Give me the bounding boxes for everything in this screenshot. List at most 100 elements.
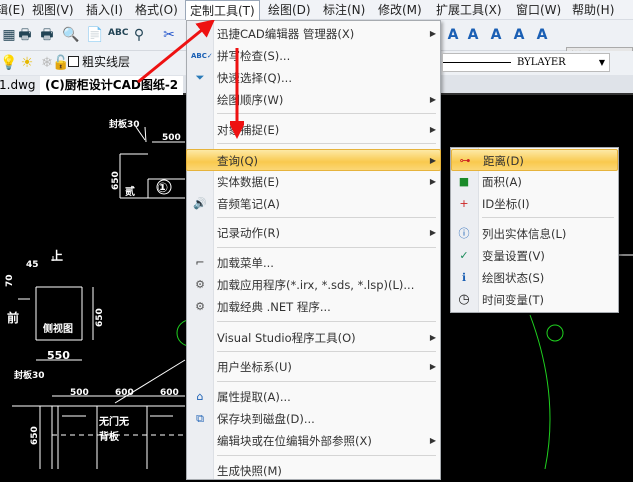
green-circle	[546, 324, 564, 342]
drawing-label: 封板30	[14, 369, 45, 381]
attribute-extract-icon: ⌂	[196, 390, 204, 403]
menu-item-attribute-extract[interactable]: ⌂ 属性提取(A)...	[187, 386, 440, 408]
gears-icon: ⚙	[195, 278, 205, 291]
menu-item-inquiry[interactable]: 查询(Q) ▶	[186, 149, 441, 171]
linetype-value: BYLAYER	[517, 57, 566, 68]
layer-select[interactable]: 粗实线层	[82, 53, 134, 72]
drawing-label: 45	[26, 260, 39, 270]
drawing-label: 前	[7, 310, 19, 325]
find-text-icon[interactable]: A	[533, 26, 551, 44]
menu-item-save-block[interactable]: ⧉ 保存块到磁盘(D)...	[187, 408, 440, 430]
print-preview-icon[interactable]: 🖶	[16, 26, 34, 44]
menu-item-visual-studio[interactable]: Visual Studio程序工具(O) ▶	[187, 327, 440, 349]
menu-load-icon: ⌐	[195, 256, 205, 269]
menu-dimension[interactable]: 标注(N)	[319, 0, 369, 20]
menu-item-edit-block-xref[interactable]: 编辑块或在位编辑外部参照(X) ▶	[187, 430, 440, 452]
edit-text-icon[interactable]: A	[487, 26, 505, 44]
area-icon: ■	[458, 175, 470, 188]
drawing-label: 侧视图	[43, 322, 73, 335]
custom-tools-menu: 迅捷CAD编辑器 管理器(X) ▶ ABC✓ 拼写检查(S)... ⏷ 快速选择(Q)…	[186, 20, 441, 480]
menu-item-label: 迅捷CAD编辑器 管理器(X)	[217, 27, 355, 41]
menu-item-record-actions[interactable]: 记录动作(R) ▶	[187, 222, 440, 244]
menu-edit[interactable]: 辑(E)	[0, 0, 29, 20]
menu-item-label: 绘图顺序(W)	[217, 93, 284, 107]
menu-item-label: 生成快照(M)	[217, 464, 282, 478]
menu-item-load-menu[interactable]: ⌐ 加载菜单...	[187, 252, 440, 274]
inquiry-submenu: ⊶ 距离(D) ■ 面积(A) + ID坐标(I) ⓘ 列出实体信息(L) ✓ 变量设置(…	[450, 147, 619, 313]
menu-help[interactable]: 帮助(H)	[568, 0, 618, 20]
sun-icon[interactable]: ☀	[18, 54, 36, 72]
submenu-item-id-point[interactable]: + ID坐标(I)	[451, 193, 618, 215]
tab-file-1[interactable]: 1.dwg	[0, 76, 41, 95]
menu-custom-tools[interactable]: 定制工具(T)	[185, 0, 260, 20]
menu-draw[interactable]: 绘图(D)	[264, 0, 315, 20]
submenu-item-distance[interactable]: ⊶ 距离(D)	[451, 149, 618, 171]
menu-window[interactable]: 窗口(W)	[512, 0, 565, 20]
menu-modify[interactable]: 修改(M)	[374, 0, 426, 20]
menu-item-spellcheck[interactable]: ABC✓ 拼写检查(S)...	[187, 45, 440, 67]
drawing-status-icon: ℹ	[461, 271, 467, 284]
menu-item-label: 绘图状态(S)	[482, 271, 545, 285]
spellcheck-icon[interactable]: ABC	[108, 24, 128, 42]
menu-item-snapshot[interactable]: 生成快照(M)	[187, 460, 440, 482]
submenu-item-list[interactable]: ⓘ 列出实体信息(L)	[451, 223, 618, 245]
distance-icon: ⊶	[459, 154, 471, 167]
variable-settings-icon: ✓	[459, 249, 469, 262]
menu-item-quick-select[interactable]: ⏷ 快速选择(Q)...	[187, 67, 440, 89]
menu-item-label: 记录动作(R)	[217, 226, 280, 240]
spellcheck-icon: ABC✓	[191, 52, 213, 60]
menu-item-load-net[interactable]: ⚙ 加载经典 .NET 程序...	[187, 296, 440, 318]
drawing-label: 650	[30, 426, 40, 445]
drawing-label: 无门无	[98, 415, 129, 428]
menu-item-label: 查询(Q)	[217, 154, 259, 168]
submenu-arrow-icon: ▶	[429, 228, 436, 237]
menu-item-cad-manager[interactable]: 迅捷CAD编辑器 管理器(X) ▶	[187, 23, 440, 45]
menu-item-draw-order[interactable]: 绘图顺序(W) ▶	[187, 89, 440, 111]
menu-item-load-application[interactable]: ⚙ 加载应用程序(*.irx, *.sds, *.lsp)(L)...	[187, 274, 440, 296]
tab-active-drawing[interactable]: (C)厨柜设计CAD图纸-2	[40, 76, 184, 95]
menu-item-object-snap[interactable]: 对象捕捉(E) ▶	[187, 119, 440, 141]
menu-insert[interactable]: 插入(I)	[82, 0, 127, 20]
menu-item-label: 对象捕捉(E)	[217, 123, 280, 137]
menu-format[interactable]: 格式(O)	[131, 0, 182, 20]
menu-extend-tools[interactable]: 扩展工具(X)	[432, 0, 506, 20]
submenu-item-status[interactable]: ℹ 绘图状态(S)	[451, 267, 618, 289]
print-icon[interactable]: 🖶	[38, 26, 56, 44]
binoculars-icon[interactable]: ⚲	[130, 26, 148, 44]
menu-separator	[217, 143, 436, 144]
save-block-icon: ⧉	[196, 412, 204, 425]
submenu-item-time[interactable]: ◷ 时间变量(T)	[451, 289, 618, 311]
menu-item-entity-data[interactable]: 实体数据(E) ▶	[187, 171, 440, 193]
menu-item-label: 用户坐标系(U)	[217, 360, 292, 374]
publish-icon[interactable]: 📄	[86, 26, 104, 44]
layer-color-swatch[interactable]	[68, 56, 79, 67]
menu-separator	[217, 247, 436, 248]
submenu-item-area[interactable]: ■ 面积(A)	[451, 171, 618, 193]
menu-item-audio-note[interactable]: 🔊 音频笔记(A)	[187, 193, 440, 215]
menu-item-label: 加载菜单...	[217, 256, 274, 270]
text-icon[interactable]: A	[444, 26, 462, 44]
green-arc	[529, 314, 551, 469]
bulb-icon[interactable]: 💡	[0, 54, 18, 72]
quick-select-icon: ⏷	[195, 71, 205, 84]
menu-item-label: 距离(D)	[483, 154, 524, 168]
speaker-icon: 🔊	[193, 197, 207, 210]
scissors-icon[interactable]: ✂	[160, 26, 178, 44]
menu-separator	[217, 381, 436, 382]
menu-item-label: Visual Studio程序工具(O)	[217, 331, 356, 345]
menu-item-label: 变量设置(V)	[482, 249, 545, 263]
menu-item-label: 列出实体信息(L)	[482, 227, 567, 241]
submenu-arrow-icon: ▶	[429, 436, 436, 445]
text-style-icon[interactable]: A	[510, 26, 528, 44]
drawing-label: 封板30	[109, 118, 140, 130]
menu-view[interactable]: 视图(V)	[28, 0, 78, 20]
menu-item-label: 加载经典 .NET 程序...	[217, 300, 331, 314]
mtext-icon[interactable]: A	[464, 26, 482, 44]
linetype-select[interactable]: BYLAYER ▼	[442, 53, 610, 72]
zoom-page-icon[interactable]: 🔍	[62, 26, 80, 44]
dropdown-arrow-icon[interactable]: ▼	[599, 54, 605, 71]
menu-item-label: 编辑块或在位编辑外部参照(X)	[217, 434, 372, 448]
menu-item-ucs[interactable]: 用户坐标系(U) ▶	[187, 356, 440, 378]
drawing-label: ①	[157, 181, 168, 196]
submenu-item-setvar[interactable]: ✓ 变量设置(V)	[451, 245, 618, 267]
